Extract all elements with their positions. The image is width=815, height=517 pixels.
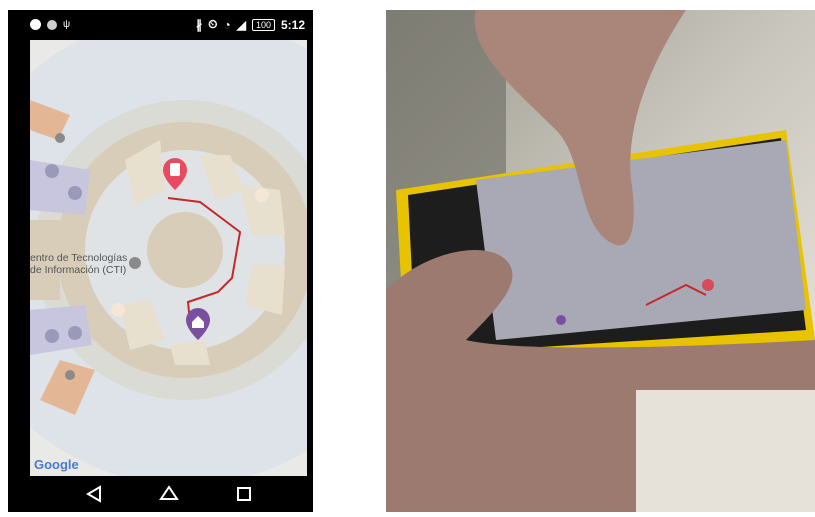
media-icon (47, 19, 57, 30)
central-core (147, 212, 223, 288)
restroom-icon (68, 186, 82, 200)
restroom-icon (45, 164, 59, 178)
photo-illustration (386, 10, 815, 512)
clock: 5:12 (280, 17, 305, 32)
notification-icons: ψ (30, 19, 70, 30)
phone-screen (476, 140, 806, 340)
building-label-line1: entro de Tecnologías (30, 252, 128, 264)
stairs-icon (55, 133, 65, 143)
alarm-icon: ⏲ (208, 17, 218, 31)
info-icon (129, 257, 141, 269)
battery-icon: 100 (251, 18, 275, 31)
recents-icon[interactable] (234, 484, 254, 504)
restroom-icon (45, 329, 59, 343)
cell-signal-icon: ◢ (236, 17, 246, 32)
notification-dot-icon (30, 19, 41, 30)
android-nav-bar (8, 476, 313, 512)
bluetooth-icon: ∦ (196, 17, 203, 32)
phone-screenshot: ψ ∦ ⏲ ◔ ◢ 100 5:12 entro de Tecnologías … (8, 10, 313, 512)
stairs-icon (65, 370, 75, 380)
indoor-map[interactable]: entro de Tecnologías de Información (CTI… (30, 40, 307, 476)
google-logo: Google (34, 457, 79, 472)
building-label-line2: de Información (CTI) (30, 264, 127, 276)
restaurant-icon (255, 188, 269, 202)
back-icon[interactable] (85, 484, 105, 504)
signal-antenna-icon: ψ (63, 19, 71, 30)
restroom-icon (68, 326, 82, 340)
wifi-icon: ◔ (223, 17, 231, 32)
restaurant-icon (111, 303, 125, 317)
status-bar: ψ ∦ ⏲ ◔ ◢ 100 5:12 (8, 10, 313, 40)
home-icon[interactable] (159, 484, 179, 504)
photo-hand-holding-phone (386, 10, 815, 512)
